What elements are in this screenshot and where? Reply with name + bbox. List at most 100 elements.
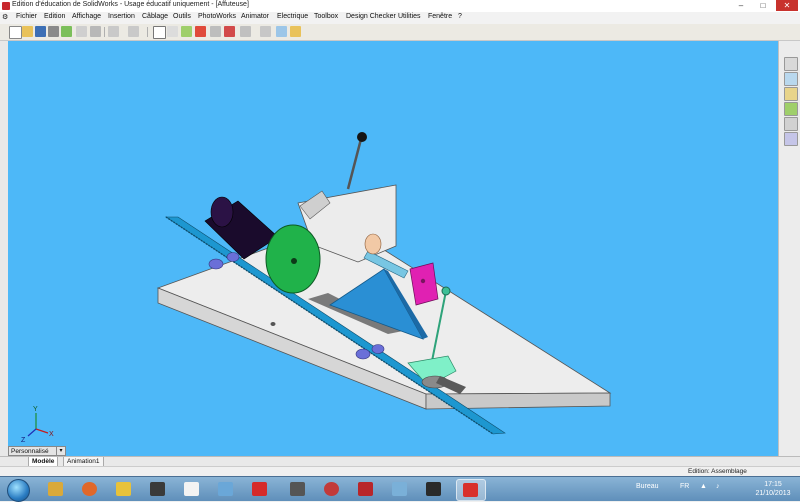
taskbar-app-media[interactable] [318,479,346,499]
menu-item-affichage[interactable]: Affichage [72,13,101,20]
explorer-icon[interactable] [784,87,798,101]
preview-icon[interactable] [61,26,72,37]
files-icon [116,482,131,496]
search-icon[interactable] [290,26,301,37]
triad-z-label: Z [21,437,26,444]
pulley [371,344,385,354]
bolt-hole [270,322,276,326]
taskbar-app-document[interactable] [178,479,206,499]
taskbar-app-firefox[interactable] [76,479,104,499]
note-icon [392,482,407,496]
rebuild-icon[interactable] [167,26,178,37]
triad-x-label: X [49,431,54,438]
options-icon[interactable] [181,26,192,37]
toolbar-separator [104,27,105,37]
monitor-icon [426,482,441,496]
media-icon [324,482,339,496]
pdf-icon [252,482,267,496]
menu-item-cablage[interactable]: Câblage [142,13,168,20]
clock-date: 21/10/2013 [755,490,791,497]
close-button[interactable]: ✕ [776,0,798,11]
menu-item-utilities[interactable]: Utilities [398,13,421,20]
maximize-button[interactable]: □ [752,0,774,11]
tray-language[interactable]: FR [680,483,689,490]
display-icon[interactable] [224,26,235,37]
menu-item-design-checker[interactable]: Design Checker [346,13,396,20]
tray-network-icon[interactable]: ▲ [700,483,707,490]
print-icon[interactable] [48,26,59,37]
library-icon[interactable] [784,72,798,86]
menu-item-photoworks[interactable]: PhotoWorks [198,13,236,20]
menu-item-fenetre[interactable]: Fenêtre [428,13,452,20]
grid-icon[interactable] [210,26,221,37]
taskbar-app-solidworks[interactable] [456,479,486,501]
taskbar-app-tool[interactable] [284,479,312,499]
solidworks-icon [463,483,478,497]
taskbar-app-pdf[interactable] [246,479,274,499]
taskbar-app-note[interactable] [386,479,414,499]
menu-bar: ⚙ Fichier Edition Affichage Insertion Câ… [0,12,800,33]
video-icon [150,482,165,496]
menu-item-help[interactable]: ? [458,13,462,20]
tray-bureau-label[interactable]: Bureau [636,483,659,490]
graphics-area[interactable]: X Y Z [8,41,778,456]
home-icon[interactable] [784,57,798,71]
disc-hub [291,258,297,264]
triad-z-axis [27,428,37,437]
menu-item-edition[interactable]: Edition [44,13,65,20]
view-selector[interactable]: Personnalisé ▾ [8,446,66,456]
select-icon[interactable] [153,26,166,39]
lever-knob [357,132,367,142]
clock-time: 17:15 [764,481,782,488]
chevron-down-icon[interactable]: ▾ [56,447,65,455]
taskbar-app-chrome[interactable] [110,479,138,499]
view-icon[interactable] [90,26,101,37]
taskbar-app-video[interactable] [144,479,172,499]
start-button[interactable] [7,479,30,502]
view-selector-value: Personnalisé [11,448,49,455]
menu-item-animator[interactable]: Animator [241,13,269,20]
open-icon[interactable] [22,26,33,37]
save-icon[interactable] [35,26,46,37]
redo-icon[interactable] [128,26,139,37]
triad-x-axis [35,428,49,434]
solidworks-app-icon [2,2,10,10]
help-icon[interactable] [276,26,287,37]
windows-taskbar: Bureau FR ▲ ♪ 17:15 21/10/2013 [0,476,800,502]
menu-item-electrique[interactable]: Electrique [277,13,308,20]
palette-icon[interactable] [784,102,798,116]
view-orientation-icon[interactable] [240,26,251,37]
folder-icon [48,482,63,496]
window-title: Edition d'éducation de SolidWorks - Usag… [12,1,249,8]
menu-item-outils[interactable]: Outils [173,13,191,20]
tray-volume-icon[interactable]: ♪ [716,483,720,490]
new-icon[interactable] [9,26,22,39]
taskbar-app-explorer[interactable] [42,479,70,499]
toolbar-separator [147,27,148,37]
pulley [355,348,371,360]
standard-toolbar [0,24,800,41]
pulley [226,252,240,262]
pulley [208,258,224,270]
rod-knob [441,286,451,296]
menu-item-fichier[interactable]: Fichier [16,13,37,20]
document-icon [184,482,199,496]
taskbar-app-paint[interactable] [212,479,240,499]
menu-item-solidworks-logo-icon[interactable]: ⚙ [2,13,8,21]
taskbar-app-monitor[interactable] [420,479,448,499]
menu-item-insertion[interactable]: Insertion [108,13,135,20]
traffic-light-icon[interactable] [195,26,206,37]
section-view-icon[interactable] [260,26,271,37]
custom-props-icon[interactable] [784,132,798,146]
guide-hole [420,278,426,284]
minimize-button[interactable]: – [730,0,752,11]
undo-icon[interactable] [108,26,119,37]
appearance-icon[interactable] [784,117,798,131]
taskbar-clock[interactable]: 17:15 21/10/2013 [750,480,796,498]
solidworks-red-icon [358,482,373,496]
taskbar-app-solidworks-red[interactable] [352,479,380,499]
zoom-icon[interactable] [76,26,87,37]
assembly-model-svg: X Y Z [21,132,612,444]
menu-item-toolbox[interactable]: Toolbox [314,13,338,20]
triad-y-label: Y [33,406,38,413]
